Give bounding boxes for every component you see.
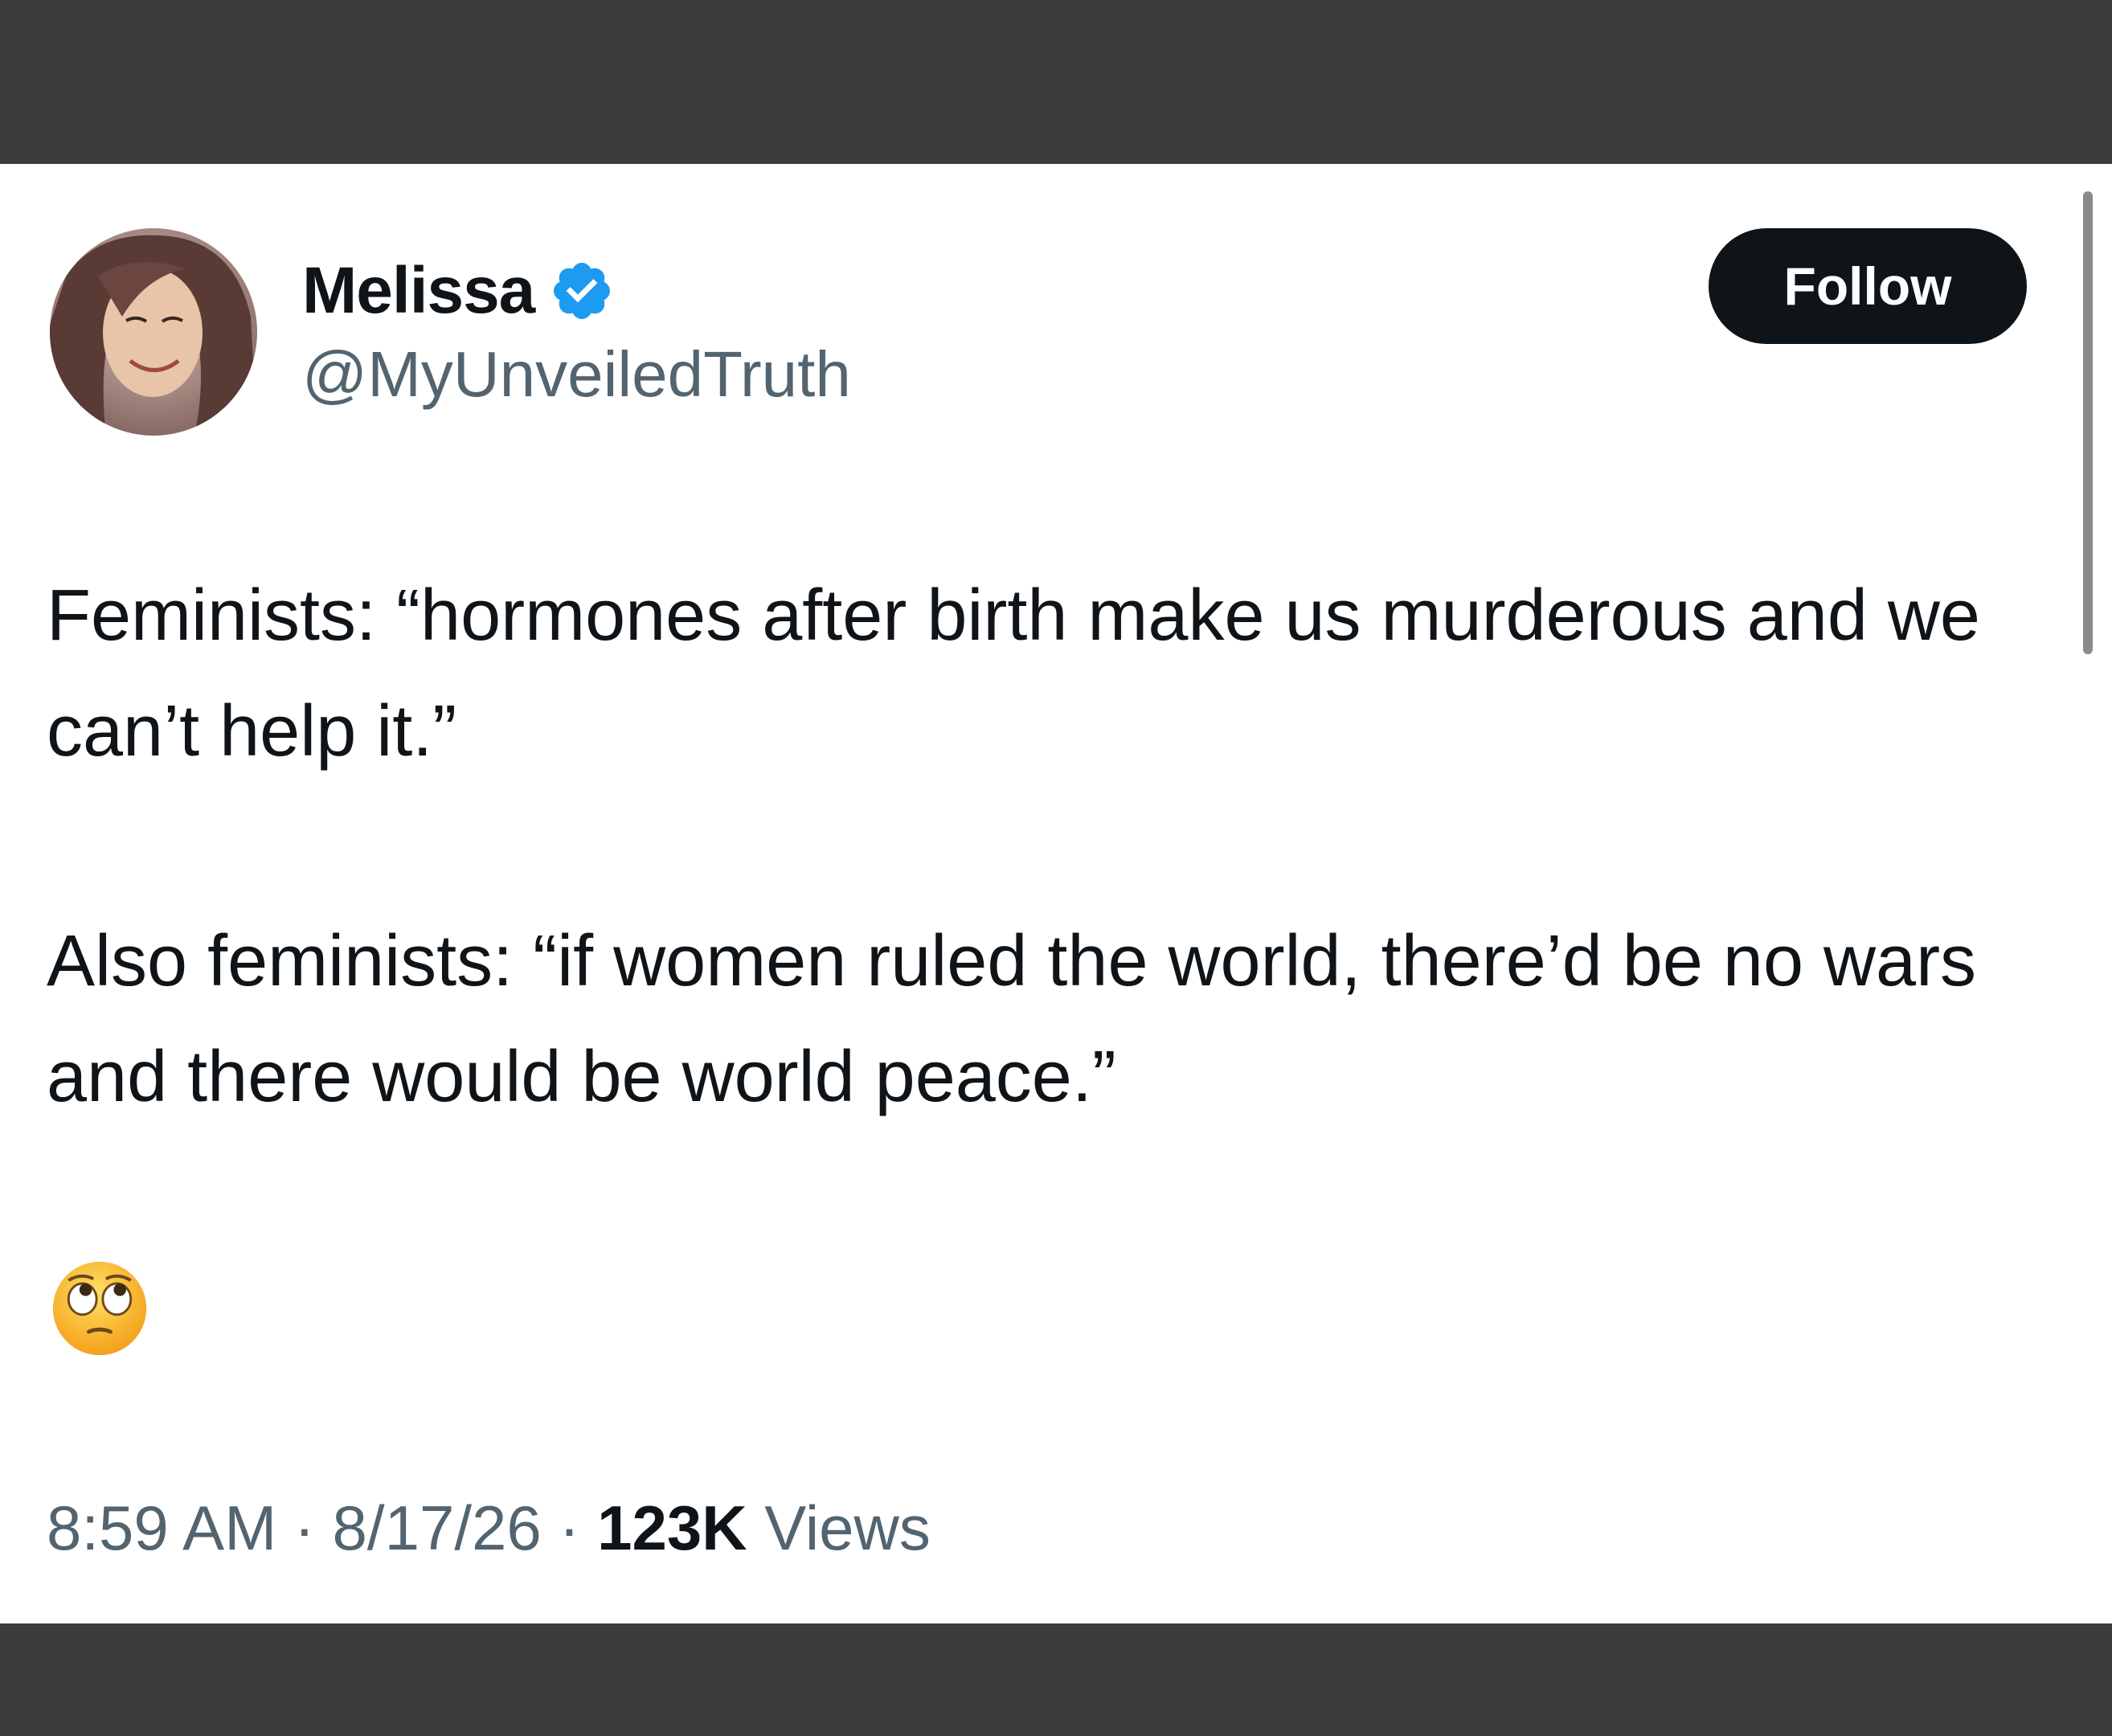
tweet-paragraph-2: Also feminists: “if women ruled the worl… (47, 921, 1977, 1117)
tweet-time[interactable]: 8:59 AM (47, 1492, 276, 1563)
scrollbar[interactable] (2083, 191, 2093, 654)
tweet-paragraph-1: Feminists: “hormones after birth make us… (47, 575, 1980, 772)
tweet-meta: 8:59 AM · 8/17/26 · 123K Views (47, 1492, 931, 1565)
avatar[interactable] (50, 228, 257, 436)
tweet-date[interactable]: 8/17/26 (333, 1492, 542, 1563)
tweet-card: Melissa @MyUnveiledTruth Follow Feminist… (0, 164, 2112, 1623)
meta-separator: · (559, 1492, 580, 1563)
views-count: 123K (597, 1492, 747, 1563)
author-handle[interactable]: @MyUnveiledTruth (302, 338, 851, 411)
author-name[interactable]: Melissa (302, 253, 535, 329)
author-name-row: Melissa (302, 251, 615, 331)
meta-separator: · (293, 1492, 315, 1563)
follow-button[interactable]: Follow (1709, 228, 2027, 344)
face-with-rolling-eyes-icon (52, 1261, 147, 1356)
top-frame-bar (0, 0, 2112, 164)
profile-photo-icon (50, 228, 257, 436)
bottom-frame-bar (0, 1623, 2112, 1736)
verified-badge-icon (554, 262, 611, 320)
views-label: Views (764, 1492, 931, 1563)
